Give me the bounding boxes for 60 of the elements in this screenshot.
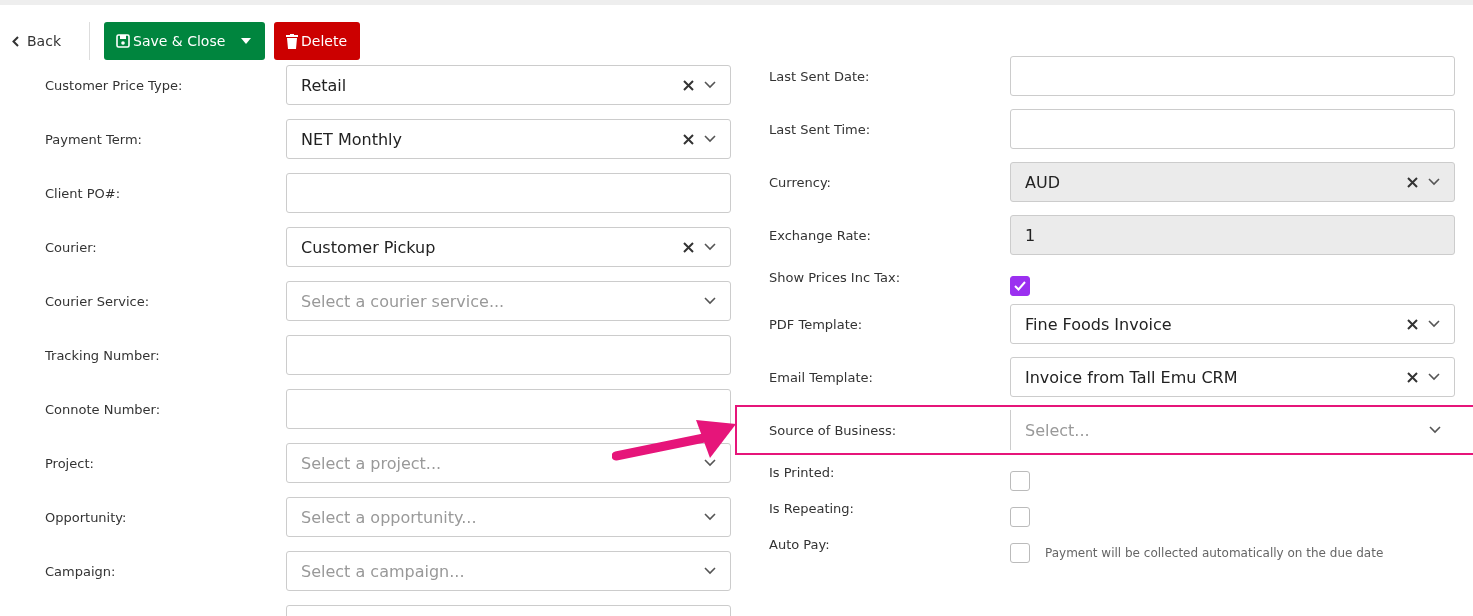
chevron-down-icon <box>1428 373 1440 381</box>
chevron-down-icon <box>1428 320 1440 328</box>
select-field[interactable]: Fine Foods Invoice <box>1010 304 1455 344</box>
checkbox[interactable] <box>1010 543 1030 563</box>
field-label: Source of Business: <box>769 422 898 438</box>
clear-icon[interactable] <box>683 133 694 145</box>
clear-icon[interactable] <box>683 79 694 91</box>
checkbox[interactable] <box>1010 507 1030 527</box>
select-field[interactable]: NET Monthly <box>286 119 731 159</box>
field-label: Tracking Number: <box>45 347 161 363</box>
checkbox[interactable] <box>1010 276 1030 296</box>
chevron-down-icon <box>704 513 716 521</box>
field-label: Currency: <box>769 174 832 190</box>
field-label: Project: <box>45 455 95 471</box>
help-text: Payment will be collected automatically on the due date <box>1045 546 1384 560</box>
select-field[interactable]: Retail <box>286 65 731 105</box>
delete-button[interactable]: Delete <box>274 22 360 60</box>
input-field[interactable] <box>286 173 731 213</box>
field-label: Client PO#: <box>45 185 122 201</box>
chevron-down-icon <box>704 81 716 89</box>
back-button[interactable]: Back <box>12 22 61 60</box>
field-label: Email Template: <box>769 369 874 385</box>
field-label: Connote Number: <box>45 401 162 417</box>
chevron-down-icon <box>704 243 716 251</box>
caret-down-icon[interactable] <box>241 38 251 44</box>
chevron-down-icon <box>1429 426 1441 434</box>
clear-icon[interactable] <box>1407 318 1418 330</box>
input-field[interactable] <box>1010 109 1455 149</box>
chevron-down-icon <box>704 297 716 305</box>
input-field[interactable] <box>286 389 731 429</box>
field-label: Show Prices Inc Tax: <box>769 269 901 285</box>
field-label: Is Printed: <box>769 464 836 480</box>
field-label: Courier Service: <box>45 293 151 309</box>
field-label: Payment Term: <box>45 131 143 147</box>
field-label: Campaign: <box>45 563 117 579</box>
clear-icon[interactable] <box>683 241 694 253</box>
field-label: PDF Template: <box>769 316 864 332</box>
save-icon <box>116 34 130 48</box>
select-field[interactable]: Invoice from Tall Emu CRM <box>1010 357 1455 397</box>
field-label: Last Sent Time: <box>769 121 872 137</box>
field-label: Exchange Rate: <box>769 227 872 243</box>
checkbox[interactable] <box>1010 471 1030 491</box>
chevron-down-icon <box>704 135 716 143</box>
field-label: Last Sent Date: <box>769 68 871 84</box>
checkmark-icon <box>1014 281 1026 291</box>
chevron-down-icon <box>1428 178 1440 186</box>
save-close-button[interactable]: Save & Close <box>104 22 265 60</box>
chevron-down-icon <box>704 567 716 575</box>
clear-icon[interactable] <box>1407 371 1418 383</box>
input-field[interactable] <box>1010 56 1455 96</box>
field-label: Opportunity: <box>45 509 128 525</box>
field-label: Auto Pay: <box>769 536 831 552</box>
select-field[interactable]: Customer Pickup <box>286 227 731 267</box>
trash-icon <box>286 33 298 49</box>
field-label: Courier: <box>45 239 98 255</box>
chevron-left-icon <box>12 35 19 47</box>
input-field[interactable] <box>286 335 731 375</box>
field-label: Customer Price Type: <box>45 77 184 93</box>
chevron-down-icon <box>704 459 716 467</box>
field-label: Is Repeating: <box>769 500 855 516</box>
